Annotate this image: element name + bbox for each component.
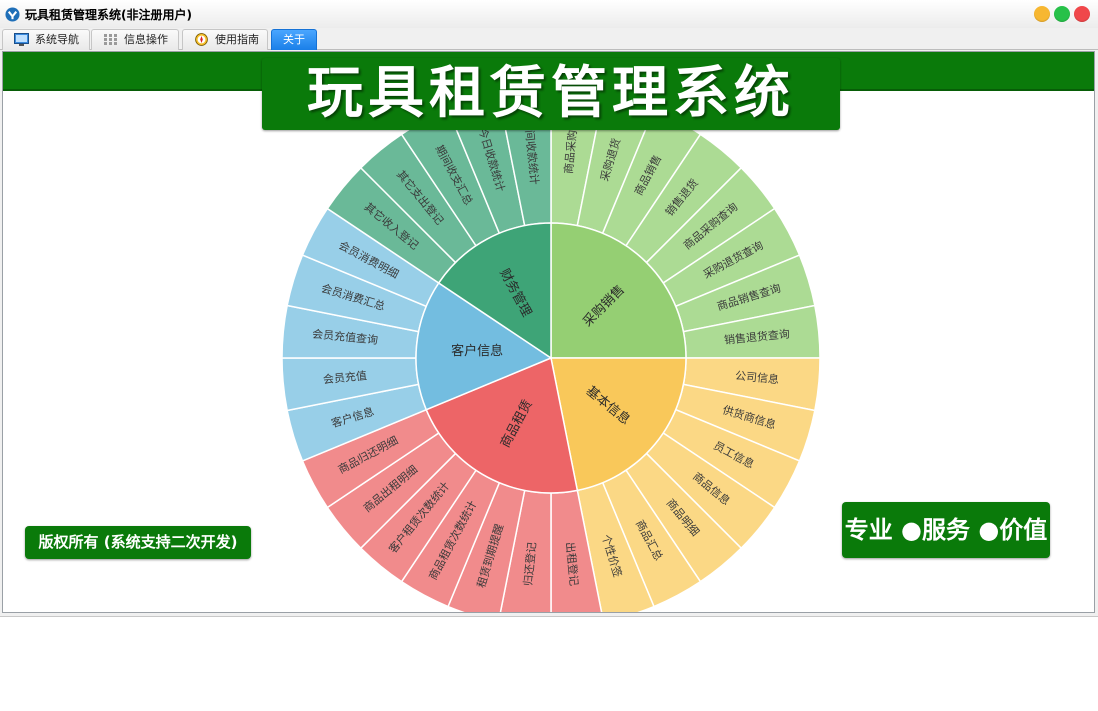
title-bar: 玩具租赁管理系统(非注册用户) — [0, 0, 1098, 28]
tab-label: 关于 — [283, 33, 305, 46]
tab-info-operations[interactable]: 信息操作 — [91, 29, 179, 50]
copyright-badge: 版权所有 (系统支持二次开发) — [25, 526, 251, 559]
compass-icon — [195, 33, 208, 46]
app-window: 玩具租赁管理系统(非注册用户) 系统导航 信息操作 使用指南 关于 商品采购 采… — [0, 0, 1098, 617]
title-panel: 玩具租赁管理系统 — [262, 58, 840, 130]
grid-icon — [104, 34, 117, 45]
system-title: 玩具租赁管理系统 — [307, 61, 795, 126]
slogan-badge: 专业 ●服务 ●价值 — [842, 502, 1050, 558]
tab-label: 使用指南 — [215, 33, 259, 46]
category-label: 客户信息 — [451, 343, 503, 358]
about-panel: 商品采购 采购退货 商品销售 销售退货 商品采购查询 采购退货查询 商品销售查询 销售退货查询… — [2, 51, 1095, 613]
tab-bar: 系统导航 信息操作 使用指南 关于 — [0, 28, 1098, 50]
window-title: 玩具租赁管理系统(非注册用户) — [25, 8, 192, 22]
tab-system-navigation[interactable]: 系统导航 — [2, 29, 90, 50]
monitor-icon — [14, 33, 29, 46]
tab-label: 信息操作 — [124, 33, 168, 46]
close-button[interactable] — [1074, 6, 1090, 22]
minimize-button[interactable] — [1034, 6, 1050, 22]
app-logo-icon — [5, 7, 20, 22]
tab-user-guide[interactable]: 使用指南 — [182, 29, 268, 50]
tab-about[interactable]: 关于 — [271, 29, 317, 50]
maximize-button[interactable] — [1054, 6, 1070, 22]
tab-label: 系统导航 — [35, 33, 79, 46]
